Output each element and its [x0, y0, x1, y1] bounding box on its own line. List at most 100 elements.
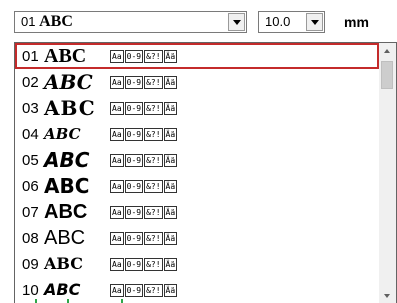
green-tick-mark — [35, 299, 37, 303]
font-number: 02 — [22, 74, 39, 91]
glyph-box: Aa — [110, 232, 124, 245]
font-number: 01 — [22, 48, 39, 65]
glyph-box: Ää — [163, 76, 178, 89]
font-select-value: 01 ABC — [21, 13, 73, 31]
unit-label: mm — [344, 14, 369, 30]
glyph-box: Aa — [110, 180, 124, 193]
font-select-dropdown-button[interactable] — [228, 13, 245, 31]
glyph-box: &?! — [144, 76, 163, 89]
font-list-item[interactable]: 03 ABC Aa 0-9 &?! Ää — [15, 95, 379, 121]
font-list-item[interactable]: 04 ABC Aa 0-9 &?! Ää — [15, 121, 379, 147]
glyph-box: Ää — [163, 258, 178, 271]
font-dropdown-list[interactable]: 01 ABC Aa 0-9 &?! Ää 02 ABC Aa 0-9 &?! Ää 03 ABC Aa 0-9… — [14, 42, 397, 303]
font-number: 10 — [22, 282, 39, 299]
glyph-box: Ää — [163, 154, 178, 167]
glyph-preview-boxes: Aa 0-9 &?! Ää — [110, 232, 178, 245]
font-number: 05 — [22, 152, 39, 169]
font-sample: ABC — [44, 174, 90, 198]
glyph-box: &?! — [144, 232, 163, 245]
glyph-box: Aa — [110, 128, 124, 141]
font-sample: ABC — [44, 125, 81, 143]
glyph-box: Ää — [163, 102, 178, 115]
glyph-preview-boxes: Aa 0-9 &?! Ää — [110, 206, 178, 219]
glyph-preview-boxes: Aa 0-9 &?! Ää — [110, 128, 178, 141]
font-number: 06 — [22, 178, 39, 195]
font-list: 01 ABC Aa 0-9 &?! Ää 02 ABC Aa 0-9 &?! Ää 03 ABC Aa 0-9… — [15, 43, 379, 303]
font-list-item[interactable]: 01 ABC Aa 0-9 &?! Ää — [15, 43, 379, 69]
glyph-box: &?! — [144, 258, 163, 271]
glyph-box: 0-9 — [124, 258, 144, 271]
glyph-box: Aa — [110, 206, 124, 219]
font-list-item[interactable]: 05 ABC Aa 0-9 &?! Ää — [15, 147, 379, 173]
font-sample: ABC — [44, 96, 96, 120]
glyph-box: &?! — [144, 180, 163, 193]
glyph-box: &?! — [144, 284, 163, 297]
vertical-scrollbar[interactable] — [379, 43, 396, 303]
glyph-box: 0-9 — [124, 50, 144, 63]
glyph-preview-boxes: Aa 0-9 &?! Ää — [110, 180, 178, 193]
scroll-up-icon[interactable] — [379, 43, 396, 60]
font-select-sample: ABC — [39, 13, 73, 30]
glyph-preview-boxes: Aa 0-9 &?! Ää — [110, 258, 178, 271]
font-select[interactable]: 01 ABC — [14, 11, 247, 33]
glyph-box: &?! — [144, 128, 163, 141]
font-sample: ABC — [44, 254, 83, 273]
font-list-item[interactable]: 02 ABC Aa 0-9 &?! Ää — [15, 69, 379, 95]
glyph-box: Ää — [163, 50, 178, 63]
glyph-box: &?! — [144, 102, 163, 115]
font-list-item[interactable]: 10 ABC Aa 0-9 &?! Ää — [15, 277, 379, 303]
glyph-box: 0-9 — [124, 76, 144, 89]
font-number: 09 — [22, 256, 39, 273]
glyph-preview-boxes: Aa 0-9 &?! Ää — [110, 284, 178, 297]
font-sample: ABC — [44, 70, 93, 94]
font-list-item[interactable]: 06 ABC Aa 0-9 &?! Ää — [15, 173, 379, 199]
glyph-box: Aa — [110, 50, 124, 63]
font-toolbar: 01 ABC 10.0 mm — [0, 0, 397, 42]
glyph-box: Aa — [110, 258, 124, 271]
font-list-item[interactable]: 07 ABC Aa 0-9 &?! Ää — [15, 199, 379, 225]
glyph-box: Aa — [110, 154, 124, 167]
glyph-box: Ää — [163, 128, 178, 141]
glyph-box: 0-9 — [124, 284, 144, 297]
font-select-number: 01 — [21, 14, 36, 29]
glyph-box: 0-9 — [124, 154, 144, 167]
glyph-box: 0-9 — [124, 232, 144, 245]
font-number: 08 — [22, 230, 39, 247]
glyph-box: Aa — [110, 102, 124, 115]
size-select-dropdown-button[interactable] — [306, 13, 323, 31]
font-number: 07 — [22, 204, 39, 221]
green-tick-mark — [67, 299, 69, 303]
glyph-box: Aa — [110, 76, 124, 89]
font-number: 03 — [22, 100, 39, 117]
font-sample: ABC — [44, 148, 90, 172]
font-sample: ABC — [44, 280, 81, 299]
glyph-box: Ää — [163, 284, 178, 297]
glyph-box: Ää — [163, 232, 178, 245]
glyph-box: Ää — [163, 206, 178, 219]
glyph-box: &?! — [144, 50, 163, 63]
font-sample: ABC — [44, 201, 88, 223]
font-sample: ABC — [44, 45, 87, 67]
green-tick-mark — [121, 299, 123, 303]
size-select-value: 10.0 — [265, 14, 291, 29]
left-margin — [0, 42, 14, 303]
font-sample: ABC — [44, 227, 86, 249]
glyph-preview-boxes: Aa 0-9 &?! Ää — [110, 76, 178, 89]
glyph-preview-boxes: Aa 0-9 &?! Ää — [110, 154, 178, 167]
glyph-preview-boxes: Aa 0-9 &?! Ää — [110, 50, 178, 63]
glyph-box: 0-9 — [124, 102, 144, 115]
font-list-item[interactable]: 08 ABC Aa 0-9 &?! Ää — [15, 225, 379, 251]
glyph-box: 0-9 — [124, 180, 144, 193]
scroll-down-icon[interactable] — [379, 287, 396, 303]
glyph-box: &?! — [144, 154, 163, 167]
glyph-box: &?! — [144, 206, 163, 219]
glyph-box: Ää — [163, 180, 178, 193]
font-list-item[interactable]: 09 ABC Aa 0-9 &?! Ää — [15, 251, 379, 277]
size-select[interactable]: 10.0 — [258, 11, 325, 33]
font-number: 04 — [22, 126, 39, 143]
glyph-box: Aa — [110, 284, 124, 297]
glyph-box: 0-9 — [124, 128, 144, 141]
glyph-preview-boxes: Aa 0-9 &?! Ää — [110, 102, 178, 115]
scroll-thumb[interactable] — [381, 61, 393, 89]
glyph-box: 0-9 — [124, 206, 144, 219]
